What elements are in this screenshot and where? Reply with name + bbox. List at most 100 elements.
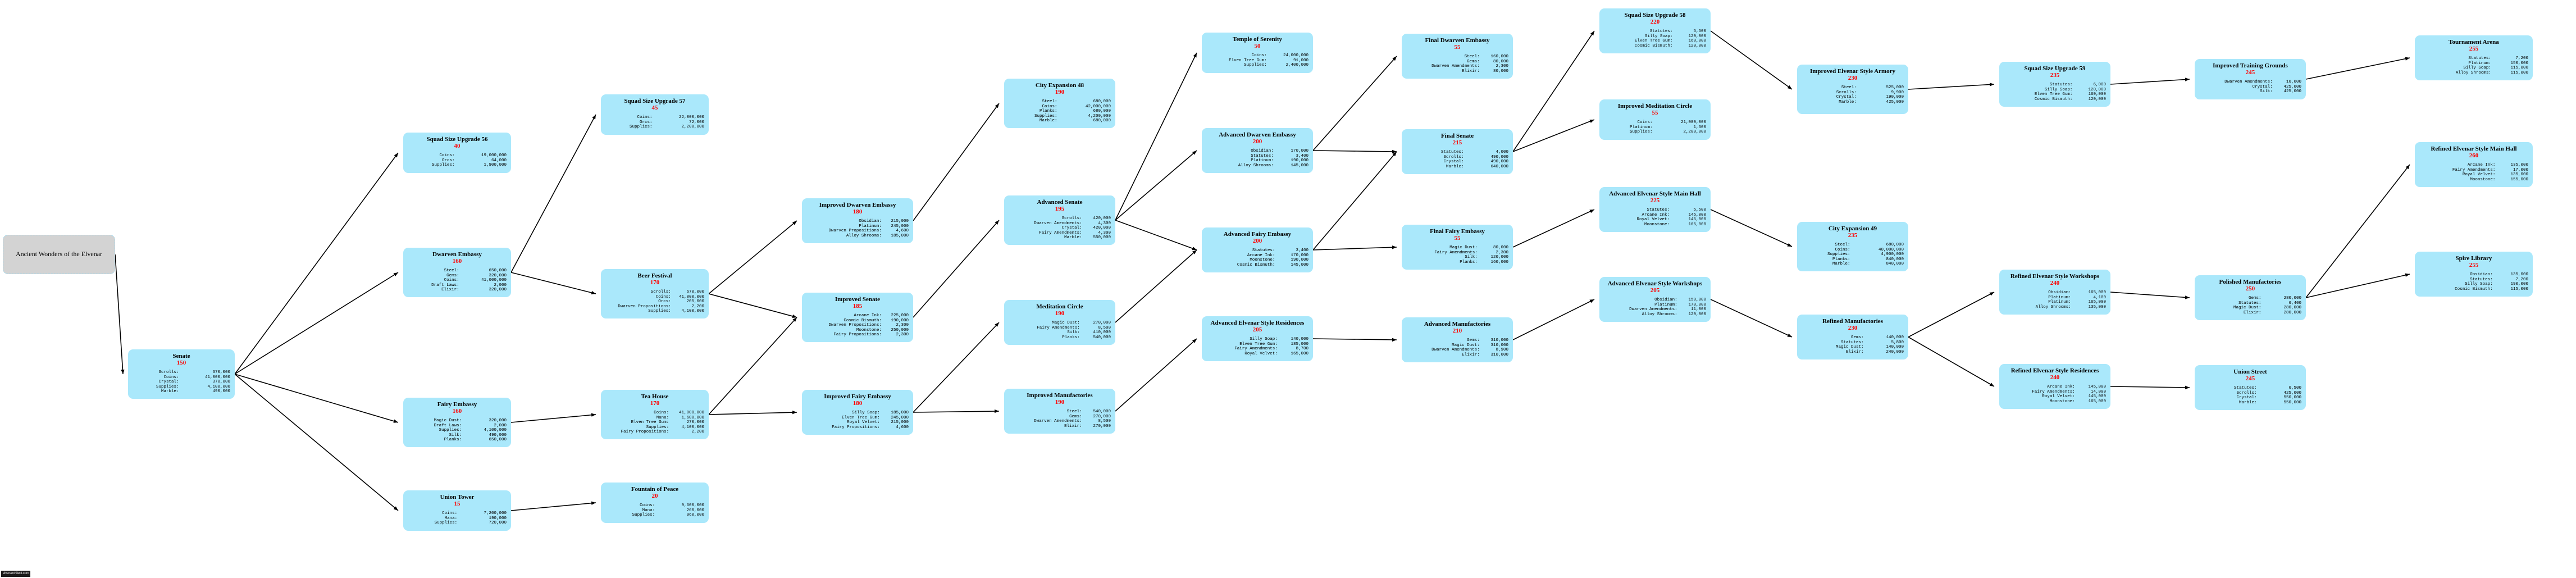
tech-node-improved-manufactories[interactable]: Improved Manufactories 190 Steel: 540,000 Ge…	[1004, 389, 1115, 434]
cost-row: Fairy Amendments: 8,700	[1206, 347, 1308, 352]
tech-node-advanced-dwarven-embassy[interactable]: Advanced Dwarven Embassy 200 Obsidian: 170,…	[1202, 128, 1313, 173]
cost-label: Gems:	[446, 273, 459, 278]
cost-row: Scrolls: 420,000	[1009, 216, 1111, 221]
tech-node-cost-table: Statutes: 5,500 Arcane Ink: 145,000 Royal Ve…	[1604, 208, 1706, 227]
tech-node-sq57[interactable]: Squad Size Upgrade 57 45 Coins: 22,000,000 O…	[601, 94, 709, 135]
cost-value: 170,000	[1291, 149, 1308, 153]
root-node[interactable]: Ancient Wonders of the Elvenar	[3, 235, 115, 274]
cost-row: Coins: 40,000,000	[1802, 248, 1904, 253]
tech-node-improved-elvenar-style-armory[interactable]: Improved Elvenar Style Armory 230 Steel: 52…	[1797, 65, 1908, 114]
tech-node-cost-table: Obsidian: 135,000 Statutes: 7,200 Silly Soap…	[2419, 272, 2528, 292]
tech-node-spire-library[interactable]: Spire Library 255 Obsidian: 135,000 Statutes…	[2415, 252, 2533, 297]
tech-node-sq59[interactable]: Squad Size Upgrade 59 235 Statutes: 6,000 Si…	[1999, 62, 2110, 107]
cost-label: Marble:	[1039, 119, 1057, 124]
cost-value: 960,000	[686, 513, 704, 518]
tech-node-final-senate[interactable]: Final Senate 215 Statutes: 4,000 Scrolls: 490…	[1402, 129, 1513, 174]
cost-row: Marble: 550,000	[1009, 235, 1111, 240]
cost-label: Scrolls:	[1061, 216, 1082, 221]
edge-final-senate-to-improved-meditation-circle	[1512, 119, 1595, 152]
cost-value: 410,000	[1093, 330, 1111, 335]
tech-node-advanced-manufactories[interactable]: Advanced Manufactories 210 Gems: 310,000 Mag…	[1402, 317, 1513, 362]
edge-improved-manufactories-to-advanced-elvenar-style-residences	[1115, 338, 1197, 412]
cost-label: Draft Laws:	[431, 283, 459, 288]
cost-label: Crystal:	[2252, 84, 2273, 89]
tech-node-improved-training-grounds[interactable]: Improved Training Grounds 245 Dwarven Amen…	[2195, 59, 2306, 99]
cost-value: 190,000	[1291, 158, 1308, 163]
tech-node-union-tower[interactable]: Union Tower 15 Coins: 7,200,000 Mana: 190,000…	[403, 490, 511, 531]
cost-row: Gems: 320,000	[408, 274, 507, 279]
tech-node-chapter: 170	[650, 400, 660, 407]
tech-node-title: Improved Dwarven Embassy	[819, 202, 896, 208]
tech-node-dwarven-embassy[interactable]: Dwarven Embassy 160 Steel: 650,000 Gems: 320,…	[403, 248, 511, 297]
tech-node-union-street[interactable]: Union Street 245 Statutes: 6,500 Scrolls: 425…	[2195, 365, 2306, 410]
cost-label: Royal Velvet:	[1244, 351, 1278, 356]
cost-row: Arcane Ink: 145,000	[2004, 385, 2106, 390]
cost-label: Fairy Amendments:	[1234, 347, 1278, 352]
tech-node-beer-festival[interactable]: Beer Festival 170 Scrolls: 670,000 Coins: 41,…	[601, 269, 709, 318]
tech-node-fairy-embassy[interactable]: Fairy Embassy 160 Magic Dust: 320,000 Draft …	[403, 398, 511, 447]
cost-value: 280,000	[2283, 296, 2301, 301]
tech-node-advanced-elvenar-style-workshops[interactable]: Advanced Elvenar Style Workshops 205 Obsid…	[1599, 277, 1711, 322]
tech-node-refined-elvenar-style-residences[interactable]: Refined Elvenar Style Residences 240 Arcan…	[1999, 364, 2110, 409]
cost-label: Moonstone:	[1250, 258, 1275, 263]
cost-row: Fairy Amendments: 14,000	[2004, 390, 2106, 395]
tech-node-title: Fairy Embassy	[437, 401, 477, 408]
cost-value: 310,000	[1490, 343, 1508, 348]
tech-node-improved-dwarven-embassy[interactable]: Improved Dwarven Embassy 180 Obsidian: 215,…	[802, 198, 913, 243]
tech-node-polished-manufactories[interactable]: Polished Manufactories 250 Gems: 280,000 Sta…	[2195, 275, 2306, 320]
tech-node-tea-house[interactable]: Tea House 170 Coins: 41,000,000 Mana: 1,600,0…	[601, 390, 709, 439]
cost-value: 170,000	[1291, 253, 1308, 258]
cost-row: Dwarven Amendments: 16,000	[2199, 80, 2301, 85]
edge-meditation-circle-to-advanced-fairy-embassy	[1115, 249, 1197, 323]
tech-node-tournament-arena[interactable]: Tournament Arena 255 Statutes: 7,200 Platinu…	[2415, 35, 2533, 80]
tech-node-advanced-elvenar-style-residences[interactable]: Advanced Elvenar Style Residences 205 Sill…	[1202, 316, 1313, 361]
cost-label: Dwarven Amendments:	[2224, 80, 2273, 84]
cost-label: Magic Dust:	[434, 418, 462, 423]
cost-value: 80,000	[1493, 245, 1508, 250]
tech-node-title: Beer Festival	[637, 272, 672, 279]
edge-improved-fairy-embassy-to-meditation-circle	[913, 322, 1000, 413]
cost-row: Supplies: 4,900,000	[1802, 252, 1904, 257]
tech-node-city-expansion-49[interactable]: City Expansion 49 235 Steel: 680,000 Coins: 4…	[1797, 222, 1908, 271]
tech-node-city-expansion-48[interactable]: City Expansion 48 190 Steel: 680,000 Coins: 4…	[1004, 79, 1115, 128]
tech-node-advanced-senate[interactable]: Advanced Senate 195 Scrolls: 420,000 Dwarven…	[1004, 195, 1115, 245]
tech-node-senate[interactable]: Senate 150 Scrolls: 370,000 Coins: 41,000,000…	[128, 349, 235, 399]
edge-improved-dwarven-embassy-to-city-expansion-48	[913, 103, 1000, 221]
cost-value: 4,100	[2093, 295, 2106, 300]
tech-node-improved-senate[interactable]: Improved Senate 185 Arcane Ink: 225,000 Cosm…	[802, 293, 913, 342]
edge-senate-to-union-tower	[234, 374, 399, 511]
tech-node-advanced-elvenar-style-main-hall[interactable]: Advanced Elvenar Style Main Hall 225 Statu…	[1599, 187, 1711, 232]
tech-node-meditation-circle[interactable]: Meditation Circle 190 Magic Dust: 270,000 Fa…	[1004, 300, 1115, 345]
tech-node-final-dwarven-embassy[interactable]: Final Dwarven Embassy 55 Steel: 160,000 Gems…	[1402, 34, 1513, 79]
cost-row: Coins: 41,000,000	[133, 375, 230, 380]
cost-value: 145,000	[2088, 394, 2106, 399]
cost-row: Alloy Shrooms: 120,000	[1604, 312, 1706, 317]
tech-node-improved-meditation-circle[interactable]: Improved Meditation Circle 55 Coins: 21,000…	[1599, 99, 1711, 140]
tech-node-refined-elvenar-style-workshops[interactable]: Refined Elvenar Style Workshops 240 Obsidi…	[1999, 270, 2110, 315]
cost-value: 540,000	[1093, 335, 1111, 340]
tech-node-refined-manufactories[interactable]: Refined Manufactories 230 Gems: 140,000 Stat…	[1797, 315, 1908, 359]
edge-advanced-senate-to-temple-of-serenity	[1115, 52, 1197, 221]
tech-node-sq56[interactable]: Squad Size Upgrade 56 40 Coins: 19,000,000 O…	[403, 133, 511, 173]
tech-node-cost-table: Obsidian: 215,000 Platinum: 245,000 Dwarven …	[806, 219, 909, 238]
cost-row: Marble: 550,000	[2199, 400, 2301, 406]
cost-label: Planks:	[1062, 335, 1080, 340]
cost-value: 320,000	[489, 418, 507, 423]
tech-node-improved-fairy-embassy[interactable]: Improved Fairy Embassy 180 Silly Soap: 185,…	[802, 390, 913, 435]
cost-value: 9,600,000	[681, 503, 704, 508]
cost-row: Arcane Ink: 135,000	[2419, 163, 2528, 168]
tech-node-refined-elvenar-style-main-hall[interactable]: Refined Elvenar Style Main Hall 260 Arcane…	[2415, 142, 2533, 187]
cost-row: Coins: 7,200,000	[408, 511, 507, 516]
tech-node-advanced-fairy-embassy[interactable]: Advanced Fairy Embassy 200 Statutes: 3,400 A…	[1202, 227, 1313, 272]
cost-label: Dwarven Propositions:	[618, 304, 671, 309]
tech-node-chapter: 215	[1452, 139, 1462, 146]
tech-node-final-fairy-embassy[interactable]: Final Fairy Embassy 55 Magic Dust: 80,000 Fa…	[1402, 225, 1513, 270]
edge-senate-to-sq56	[234, 152, 399, 375]
cost-row: Obsidian: 150,000	[1604, 298, 1706, 303]
cost-row: Planks: 840,000	[1802, 257, 1904, 262]
cost-row: Dwarven Amendments: 2,300	[1406, 64, 1508, 69]
tech-node-fountain-of-peace[interactable]: Fountain of Peace 20 Coins: 9,600,000 Mana: 2…	[601, 483, 709, 523]
tech-node-sq58[interactable]: Squad Size Upgrade 58 220 Statutes: 5,500 Si…	[1599, 8, 1711, 53]
tech-node-temple-of-serenity[interactable]: Temple of Serenity 50 Coins: 24,000,000 Elve…	[1202, 33, 1313, 73]
tech-node-title: Improved Meditation Circle	[1617, 103, 1693, 110]
